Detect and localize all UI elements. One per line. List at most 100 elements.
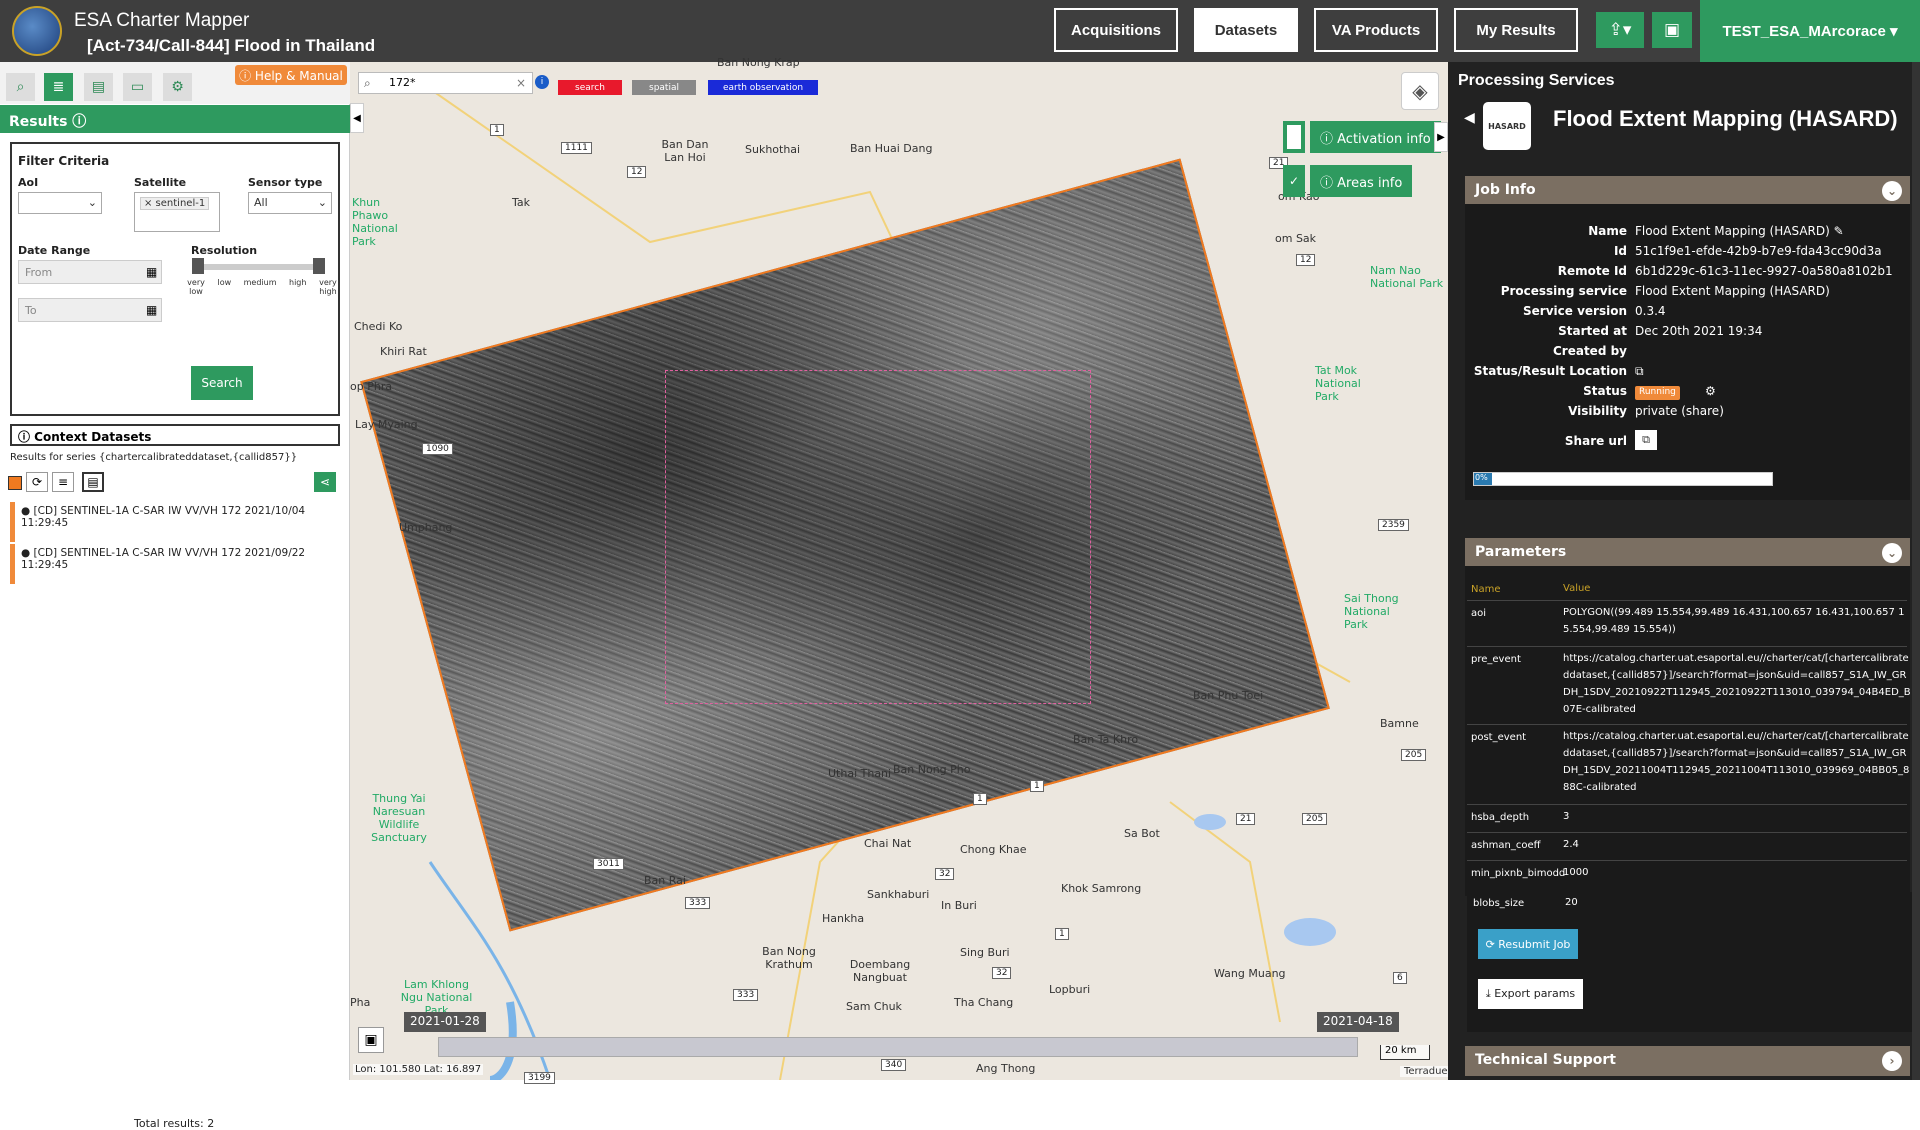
copy-icon[interactable]: ⧉ — [1635, 430, 1657, 450]
map-town-label: Sukhothai — [745, 143, 801, 156]
technical-support-header[interactable]: Technical Support › — [1465, 1046, 1910, 1076]
external-link-icon[interactable]: ⧉ — [1635, 364, 1644, 379]
table-divider — [1467, 646, 1907, 647]
job-version-value: 0.3.4 — [1635, 304, 1666, 318]
map-town-label: Khok Samrong — [1061, 882, 1142, 895]
share-icon[interactable]: ⋖ — [314, 472, 336, 492]
map-town-label: Sai Thong National Park — [1344, 592, 1399, 631]
areas-info-checkbox[interactable]: ✓ — [1283, 165, 1305, 197]
earth-observation-chip[interactable]: earth observation — [708, 80, 818, 95]
job-key: Started at — [1558, 324, 1627, 338]
job-info-header[interactable]: Job Info ⌄ — [1465, 176, 1910, 206]
param-value: 3 — [1563, 811, 1570, 822]
table-divider — [1467, 600, 1907, 601]
resolution-max-handle[interactable] — [313, 258, 325, 274]
aoi-select[interactable]: ⌄ — [18, 192, 102, 214]
parameters-title: Parameters — [1475, 544, 1567, 560]
map-town-label: Sam Chuk — [846, 1000, 902, 1013]
info-icon[interactable]: i — [535, 75, 549, 89]
job-visibility-value[interactable]: private (share) — [1635, 404, 1724, 418]
help-manual-button[interactable]: ⓘ Help & Manual — [235, 65, 347, 85]
spatial-chip[interactable]: spatial — [632, 80, 696, 95]
gear-icon[interactable]: ⚙ — [1705, 384, 1716, 398]
dataset-label: [CD] SENTINEL-1A C-SAR IW VV/VH 172 2021… — [21, 505, 306, 529]
search-chip[interactable]: search — [558, 80, 622, 95]
archive-icon[interactable]: ▭ — [123, 73, 152, 101]
upload-button[interactable]: ⇪▾ — [1596, 12, 1644, 48]
date-to-input[interactable]: To — [18, 298, 162, 322]
sensor-type-label: Sensor type — [248, 176, 323, 189]
chevron-right-icon[interactable]: › — [1882, 1051, 1902, 1071]
refresh-icon[interactable]: ⟳ — [26, 472, 48, 492]
nav-my-results[interactable]: My Results — [1454, 8, 1578, 52]
areas-info-button[interactable]: ⓘ Areas info — [1310, 165, 1413, 197]
back-icon[interactable]: ◀ — [1464, 110, 1475, 126]
nav-acquisitions[interactable]: Acquisitions — [1054, 8, 1178, 52]
user-menu[interactable]: TEST_ESA_MArcorace ▾ — [1700, 0, 1920, 62]
share-url-label: Share url — [1564, 434, 1627, 448]
map-town-label: Uthai Thani — [828, 767, 892, 780]
layers-icon[interactable]: ◈ — [1401, 72, 1439, 110]
map-town-label: Sing Buri — [960, 946, 1010, 959]
road-shield: 12 — [1296, 254, 1316, 266]
map-search-input[interactable]: 172* — [358, 72, 533, 94]
res-label: very low — [187, 278, 205, 296]
esa-charter-logo[interactable] — [12, 6, 62, 56]
search-button[interactable]: Search — [191, 366, 253, 400]
map-town-label: Sa Bot — [1124, 827, 1160, 840]
series-label: Results for series {chartercalibrateddat… — [10, 452, 298, 463]
activation-info-checkbox[interactable] — [1283, 121, 1305, 153]
briefcase-icon: ▣ — [1663, 20, 1681, 40]
map-town-label: Nam Nao National Park — [1370, 264, 1444, 290]
gear-icon[interactable]: ⚙ — [163, 73, 192, 101]
basket-add-icon[interactable]: ▤ — [82, 472, 104, 492]
export-params-button[interactable]: ⤓ Export params — [1478, 979, 1583, 1009]
sensor-type-select[interactable]: All ⌄ — [248, 192, 332, 214]
briefcase-button[interactable]: ▣ — [1652, 12, 1692, 48]
resolution-min-handle[interactable] — [192, 258, 204, 274]
road-shield: 1 — [1055, 928, 1069, 940]
right-panel-scrollbar[interactable] — [1912, 62, 1920, 1080]
map-town-label: Ban Nong Krathum — [762, 945, 816, 971]
dataset-item[interactable]: ● [CD] SENTINEL-1A C-SAR IW VV/VH 172 20… — [10, 544, 340, 584]
map-town-label: Thung Yai Naresuan Wildlife Sanctuary — [371, 792, 427, 844]
resubmit-job-button[interactable]: ⟳ Resubmit Job — [1478, 929, 1578, 959]
nav-datasets[interactable]: Datasets — [1194, 8, 1298, 52]
parameters-header[interactable]: Parameters ⌄ — [1465, 538, 1910, 568]
road-shield: 12 — [627, 166, 647, 178]
date-from-input[interactable]: From — [18, 260, 162, 284]
satellite-tag[interactable]: × sentinel-1 — [140, 197, 210, 210]
param-name: hsba_depth — [1471, 812, 1530, 823]
table-divider — [1467, 832, 1907, 833]
activation-info-button[interactable]: ⓘ Activation info — [1310, 121, 1441, 153]
scale-bar: 20 km — [1380, 1045, 1430, 1060]
collapse-right-panel-icon[interactable]: ▶ — [1434, 122, 1448, 152]
context-datasets-header[interactable]: ⓘ Context Datasets — [10, 424, 340, 446]
search-icon[interactable]: ⌕ — [6, 73, 35, 101]
map-expand-icon[interactable]: ▣ — [358, 1027, 384, 1053]
clear-icon[interactable]: × — [516, 76, 526, 90]
dataset-item[interactable]: ● [CD] SENTINEL-1A C-SAR IW VV/VH 172 20… — [10, 502, 340, 542]
calendar-icon[interactable]: ▦ — [146, 265, 157, 279]
param-header-name: Name — [1471, 584, 1501, 595]
res-label: very high — [319, 278, 337, 296]
timeline-bar[interactable] — [438, 1037, 1358, 1057]
chevron-down-icon[interactable]: ⌄ — [1882, 543, 1902, 563]
road-shield: 32 — [992, 967, 1012, 979]
job-key: Status/Result Location — [1473, 364, 1627, 378]
job-key: Created by — [1552, 344, 1627, 358]
basket-icon[interactable]: ▤ — [84, 73, 113, 101]
job-name-value[interactable]: Flood Extent Mapping (HASARD) ✎ — [1635, 224, 1844, 238]
param-value: 2.4 — [1563, 839, 1579, 850]
nav-va-products[interactable]: VA Products — [1314, 8, 1438, 52]
list-icon[interactable]: ≣ — [44, 73, 73, 101]
map-town-label: Pha — [350, 996, 371, 1009]
select-all-checkbox[interactable] — [8, 476, 22, 490]
satellite-select[interactable]: × sentinel-1 — [134, 192, 220, 232]
map-town-label: Doembang Nangbuat — [849, 958, 911, 984]
list-view-icon[interactable]: ≡ — [52, 472, 74, 492]
resolution-slider[interactable] — [195, 264, 323, 270]
collapse-left-panel-icon[interactable]: ◀ — [350, 103, 364, 133]
chevron-down-icon[interactable]: ⌄ — [1882, 181, 1902, 201]
calendar-icon[interactable]: ▦ — [146, 303, 157, 317]
